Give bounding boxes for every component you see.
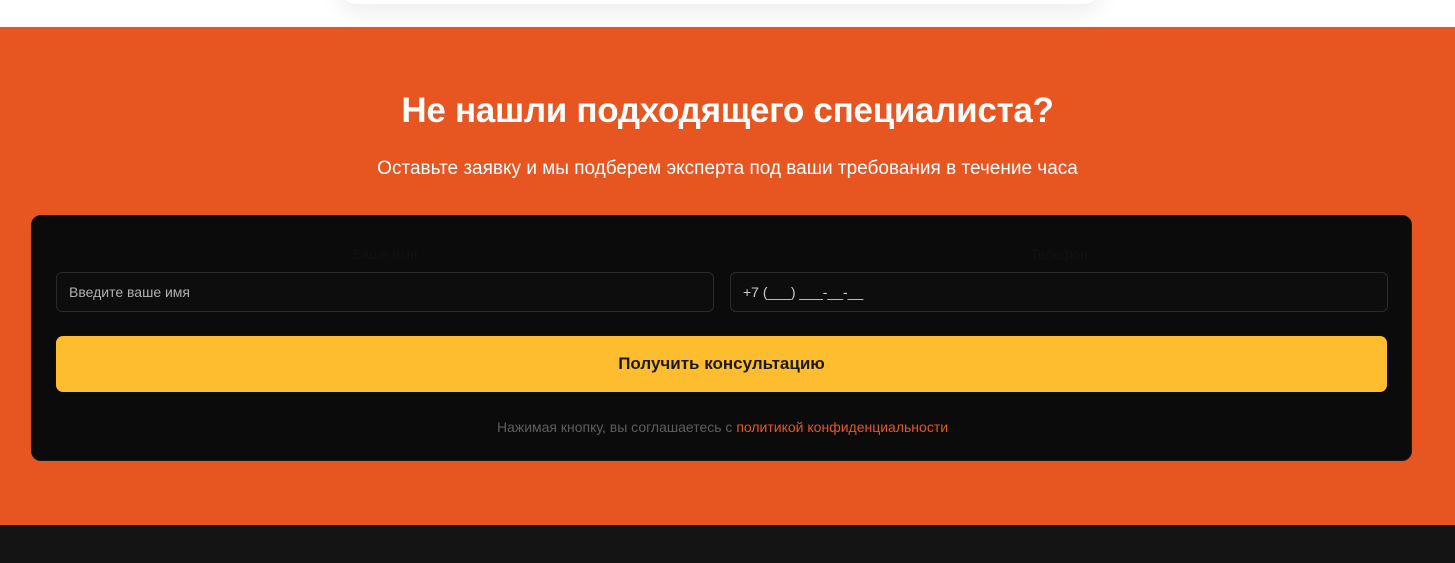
top-strip — [0, 0, 1455, 27]
consultation-form: Ваше имя Телефон Получить консультацию Н… — [31, 215, 1412, 461]
name-label: Ваше имя — [352, 246, 418, 262]
phone-label: Телефон — [1029, 246, 1089, 262]
name-input[interactable] — [56, 272, 714, 312]
section-subtitle: Оставьте заявку и мы подберем эксперта п… — [377, 158, 1078, 179]
section-title: Не нашли подходящего специалиста? — [401, 91, 1054, 130]
footer — [0, 525, 1455, 563]
consultation-section: Не нашли подходящего специалиста? Оставь… — [0, 27, 1455, 525]
privacy-policy-link[interactable]: политикой конфиденциальности — [736, 419, 948, 435]
phone-input[interactable] — [730, 272, 1388, 312]
consent-note: Нажимая кнопку, вы соглашаетесь с полити… — [32, 419, 1413, 435]
previous-card-edge — [340, 0, 1100, 4]
get-consultation-button[interactable]: Получить консультацию — [56, 336, 1387, 392]
consent-text: Нажимая кнопку, вы соглашаетесь с — [496, 419, 737, 435]
